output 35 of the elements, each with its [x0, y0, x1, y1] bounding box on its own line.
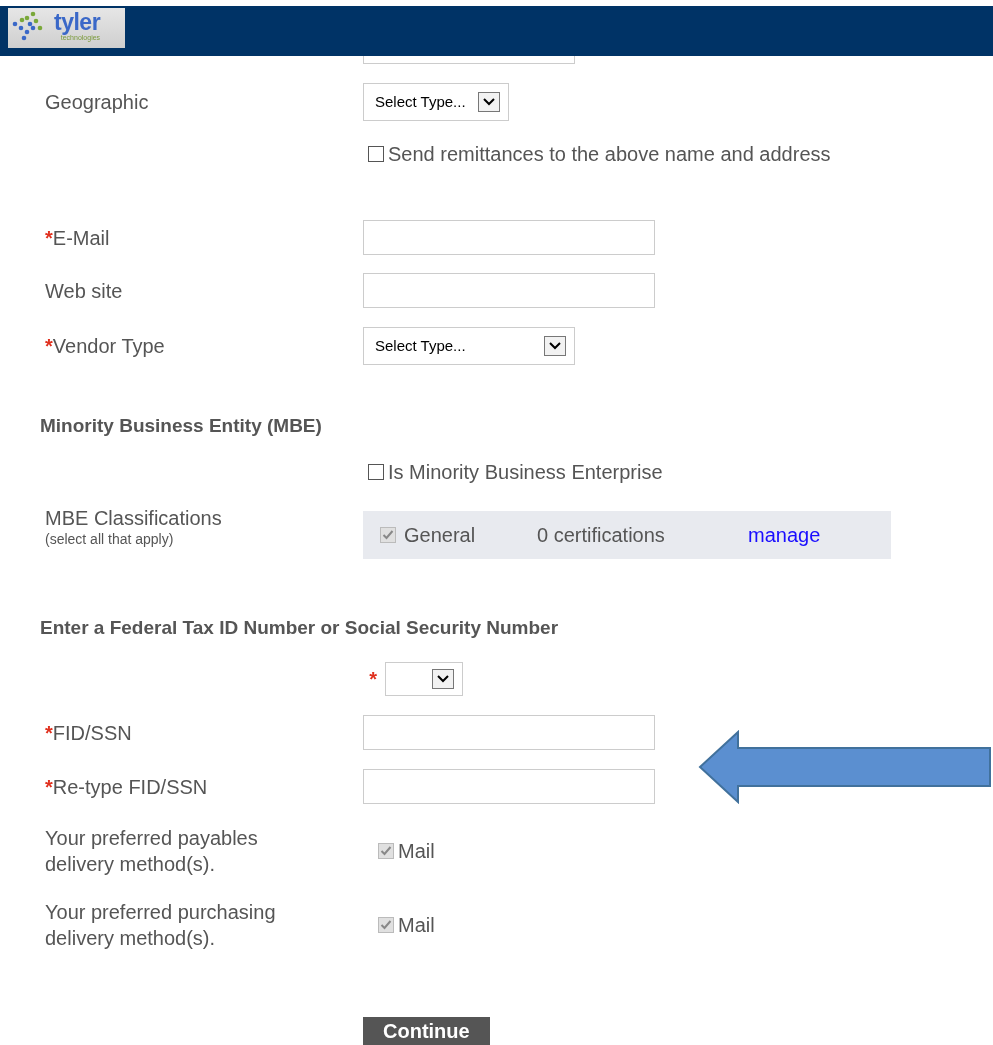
field-hint: (select all that apply) [45, 530, 175, 548]
option-label: General [404, 523, 477, 548]
required-mark: * [45, 226, 53, 249]
section-heading: Enter a Federal Tax ID Number or Social Security Number [39, 616, 559, 640]
field-label: E-Mail [52, 226, 110, 249]
section-heading: Minority Business Entity (MBE) [39, 414, 322, 438]
checkbox[interactable] [368, 146, 384, 162]
text-field[interactable] [363, 715, 655, 750]
checkbox-label: Mail [398, 839, 435, 863]
field-label: Your preferred purchasing delivery method(s). [45, 900, 277, 951]
checkbox[interactable] [368, 464, 384, 480]
required-mark: * [45, 775, 53, 798]
certification-count: 0 certifications [537, 523, 666, 548]
field-label: Geographic [45, 91, 149, 113]
checkbox-label: Mail [398, 913, 435, 937]
checkbox-label: Is Minority Business Enterprise [388, 460, 663, 484]
required-mark: * [45, 335, 53, 357]
continue-button[interactable]: Continue [363, 1017, 490, 1045]
field-label: Web site [45, 279, 123, 302]
field-label: FID/SSN [52, 721, 132, 744]
field-label: Vendor Type [52, 335, 165, 357]
field-label: MBE Classifications [45, 506, 223, 530]
logo-text: tyler [54, 11, 101, 34]
text-field[interactable] [363, 220, 655, 255]
select-dropdown[interactable]: Select Type... [363, 327, 575, 365]
checkbox-label: Send remittances to the above name and address [388, 142, 831, 166]
select-dropdown[interactable] [385, 662, 463, 696]
field-label: Re-type FID/SSN [52, 775, 208, 798]
required-mark: * [369, 667, 377, 691]
select-dropdown[interactable]: Select Type... [363, 83, 509, 121]
required-mark: * [45, 721, 53, 744]
text-field[interactable] [363, 769, 655, 804]
text-field[interactable] [363, 56, 575, 64]
text-field[interactable] [363, 273, 655, 308]
field-label: Your preferred payables delivery method(s). [45, 826, 259, 877]
